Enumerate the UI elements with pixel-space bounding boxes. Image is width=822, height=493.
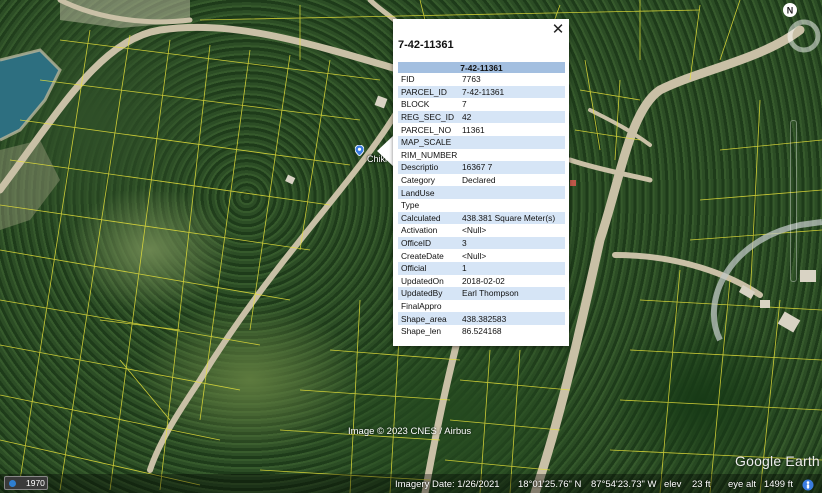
- attribute-value: 86.524168: [462, 326, 502, 337]
- attribute-row: Type: [398, 199, 565, 212]
- elevation-readout: elev 23 ft: [664, 479, 711, 490]
- attribute-key: Descriptio: [398, 161, 459, 174]
- compass-label: N: [787, 6, 794, 16]
- attribute-key: RIM_NUMBER: [401, 149, 458, 160]
- attribute-key: LandUse: [398, 186, 459, 199]
- attribute-key: Calculated: [398, 211, 459, 225]
- attribute-value: Earl Thompson: [459, 287, 565, 300]
- attribute-row: PARCEL_NO 11361: [398, 123, 565, 136]
- attribute-value: [459, 300, 565, 313]
- attribute-value: Declared: [462, 175, 496, 186]
- popup-pointer: [377, 135, 394, 167]
- longitude-readout: 87°54'23.73" W: [591, 479, 657, 490]
- attribute-key: PARCEL_ID: [398, 85, 459, 99]
- attribute-row: FID 7763: [398, 73, 565, 86]
- imagery-copyright: Image © 2023 CNES / Airbus: [348, 426, 472, 437]
- attribute-value: 7: [462, 99, 467, 110]
- attribute-value: 7763: [462, 74, 481, 85]
- attribute-key: UpdatedBy: [398, 287, 459, 300]
- attribute-value: [459, 186, 565, 199]
- attribute-value: 16367 7: [459, 161, 565, 174]
- attribute-row: Shape_area 438.382583: [398, 312, 565, 325]
- zoom-slider[interactable]: [790, 120, 797, 282]
- attribute-value: 438.381 Square Meter(s): [459, 211, 565, 225]
- attribute-row: Category Declared: [398, 174, 565, 187]
- attribute-key: Category: [401, 175, 435, 186]
- attribute-key: FinalAppro: [401, 300, 442, 311]
- popup-title: 7-42-11361: [398, 39, 454, 51]
- attribute-row: Calculated 438.381 Square Meter(s): [398, 211, 565, 225]
- attribute-row: BLOCK 7: [398, 98, 565, 111]
- attribute-value: 11361: [462, 124, 485, 135]
- attribute-row: OfficeID 3: [398, 236, 565, 250]
- place-pin-icon[interactable]: [355, 145, 364, 156]
- time-slider-icon: [9, 480, 16, 487]
- attribute-key: OfficeID: [398, 236, 459, 250]
- attribute-value: 7-42-11361: [459, 85, 565, 99]
- attribute-value: 1: [459, 261, 565, 275]
- google-earth-logo: Google Earth: [735, 453, 820, 469]
- attribute-row: UpdatedBy Earl Thompson: [398, 287, 565, 300]
- attribute-value: [459, 149, 565, 162]
- attribute-row: Shape_len 86.524168: [398, 325, 565, 338]
- attribute-value: <Null>: [462, 250, 487, 261]
- attribute-key: FID: [401, 74, 415, 85]
- time-slider-button[interactable]: 1970: [4, 476, 48, 490]
- attribute-key: Shape_area: [398, 312, 459, 325]
- attribute-value: [459, 135, 565, 149]
- navigation-ring-icon[interactable]: [784, 16, 822, 56]
- attribute-value: [459, 199, 565, 212]
- attribute-key: MAP_SCALE: [398, 135, 459, 149]
- attribute-row: Activation <Null>: [398, 224, 565, 237]
- attribute-key: REG_SEC_ID: [398, 110, 459, 124]
- attribute-row: RIM_NUMBER: [398, 149, 565, 162]
- eye-altitude-readout: eye alt 1499 ft: [728, 479, 793, 490]
- year-label: 1970: [26, 478, 45, 488]
- parcel-info-popup: ✕ 7-42-11361 7-42-11361 FID 7763 PARCEL_ID…: [393, 19, 569, 346]
- close-icon[interactable]: ✕: [551, 22, 565, 37]
- latitude-readout: 18°01'25.76" N: [518, 479, 582, 490]
- water-body: [0, 50, 60, 140]
- attribute-row: LandUse: [398, 186, 565, 199]
- attribute-row: REG_SEC_ID 42: [398, 110, 565, 124]
- attribute-key: Activation: [401, 225, 438, 236]
- attribute-row: Descriptio 16367 7: [398, 161, 565, 174]
- attribute-row: Official 1: [398, 261, 565, 275]
- attribute-value: 3: [459, 236, 565, 250]
- attribute-key: UpdatedOn: [401, 275, 444, 286]
- attribute-value: 438.382583: [459, 312, 565, 325]
- attribute-table: 7-42-11361 FID 7763 PARCEL_ID 7-42-11361 BLO…: [398, 62, 565, 337]
- attribute-key: Shape_len: [401, 326, 442, 337]
- attribute-key: Official: [398, 261, 459, 275]
- attribute-row: FinalAppro: [398, 300, 565, 313]
- attribute-row: PARCEL_ID 7-42-11361: [398, 85, 565, 99]
- street-view-icon[interactable]: [802, 479, 814, 491]
- attribute-value: 42: [459, 110, 565, 124]
- imagery-date: Imagery Date: 1/26/2021: [395, 479, 500, 490]
- attribute-row: CreateDate <Null>: [398, 249, 565, 262]
- table-header: 7-42-11361: [398, 62, 565, 73]
- attribute-value: 2018-02-02: [462, 275, 505, 286]
- attribute-value: <Null>: [462, 225, 487, 236]
- attribute-row: MAP_SCALE: [398, 135, 565, 149]
- attribute-key: BLOCK: [401, 99, 430, 110]
- attribute-key: Type: [401, 200, 420, 211]
- attribute-row: UpdatedOn 2018-02-02: [398, 275, 565, 288]
- attribute-key: CreateDate: [401, 250, 444, 261]
- attribute-key: PARCEL_NO: [401, 124, 452, 135]
